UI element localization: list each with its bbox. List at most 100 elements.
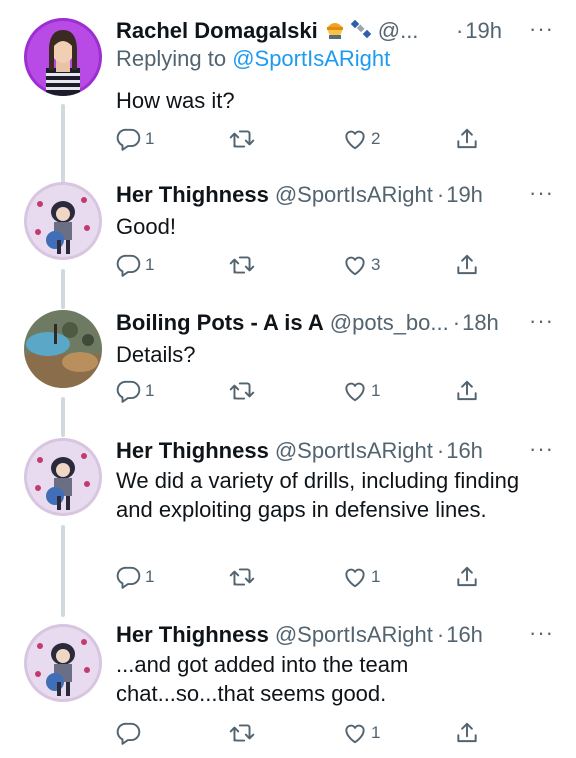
reply-count: 1 (145, 129, 155, 148)
retweet-icon (229, 130, 255, 148)
like-count: 3 (371, 255, 381, 274)
handle[interactable]: @SportIsARight (275, 622, 433, 648)
tweet-actions: 1 2 (116, 124, 496, 154)
replying-to-label: Replying to (116, 46, 233, 71)
timestamp[interactable]: 16h (446, 438, 483, 464)
tweet-actions: 1 1 (116, 562, 496, 592)
reply-icon (116, 722, 141, 745)
tweet-actions: 1 1 (116, 376, 496, 406)
reply-count: 1 (145, 255, 155, 274)
timestamp[interactable]: 18h (462, 310, 499, 336)
display-name[interactable]: Her Thighness (116, 622, 269, 648)
tweet-header: Boiling Pots - A is A @pots_bo... · 18h … (116, 308, 554, 338)
replying-to: Replying to @SportIsARight (116, 46, 390, 72)
avatar[interactable] (24, 624, 102, 702)
like-button[interactable]: 1 (342, 562, 380, 592)
separator-dot: · (436, 182, 445, 207)
reply-button[interactable] (116, 718, 145, 748)
like-button[interactable]: 1 (342, 718, 380, 748)
like-button[interactable]: 2 (342, 124, 380, 154)
more-icon[interactable]: ··· (529, 436, 554, 462)
like-count: 1 (371, 567, 381, 586)
retweet-icon (229, 256, 255, 274)
tweet[interactable]: Her Thighness @SportIsARight · 16h ··· .… (0, 612, 576, 758)
reply-button[interactable]: 1 (116, 250, 154, 280)
timestamp[interactable]: 16h (446, 622, 483, 648)
handle[interactable]: @... (378, 18, 419, 44)
tweet-actions: 1 3 (116, 250, 496, 280)
reply-count: 1 (145, 567, 155, 586)
tweet-header: Her Thighness @SportIsARight · 16h ··· (116, 436, 554, 466)
timestamp[interactable]: 19h (446, 182, 483, 208)
avatar[interactable] (24, 438, 102, 516)
share-icon (457, 128, 477, 149)
reply-icon (116, 566, 141, 589)
share-button[interactable] (454, 124, 480, 154)
reply-icon (116, 128, 141, 151)
more-icon[interactable]: ··· (529, 620, 554, 646)
tweet-header: Her Thighness @SportIsARight · 16h ··· (116, 620, 554, 650)
share-button[interactable] (454, 718, 480, 748)
retweet-icon (229, 724, 255, 742)
handle[interactable]: @SportIsARight (275, 438, 433, 464)
tweet-header: Her Thighness @SportIsARight · 19h ··· (116, 180, 554, 210)
retweet-button[interactable] (228, 376, 259, 406)
emoji-badges (324, 17, 372, 45)
replying-to-handle[interactable]: @SportIsARight (232, 46, 390, 71)
tweet-header: Rachel Domagalski @... · 19h ··· (116, 16, 554, 46)
retweet-icon (229, 568, 255, 586)
retweet-button[interactable] (228, 562, 259, 592)
more-icon[interactable]: ··· (529, 308, 554, 334)
conversation-thread: Rachel Domagalski @... · 19h ··· Replyin… (0, 0, 576, 758)
like-button[interactable]: 1 (342, 376, 380, 406)
reply-count: 1 (145, 381, 155, 400)
share-icon (457, 380, 477, 401)
avatar[interactable] (24, 310, 102, 388)
more-icon[interactable]: ··· (529, 180, 554, 206)
tweet-text: Good! (116, 214, 176, 239)
reply-button[interactable]: 1 (116, 124, 154, 154)
retweet-button[interactable] (228, 124, 259, 154)
like-icon (345, 568, 365, 588)
like-icon (345, 256, 365, 276)
tweet-text: We did a variety of drills, including fi… (116, 468, 520, 522)
separator-dot: · (436, 622, 445, 647)
retweet-button[interactable] (228, 250, 259, 280)
tweet-text: ...and got added into the team chat...so… (116, 652, 409, 706)
handle[interactable]: @pots_bo... (330, 310, 449, 336)
avatar[interactable] (24, 182, 102, 260)
tweet-actions: 1 (116, 718, 496, 748)
like-icon (345, 724, 365, 744)
reply-button[interactable]: 1 (116, 562, 154, 592)
tweet[interactable]: Her Thighness @SportIsARight · 16h ··· W… (0, 426, 576, 610)
tweet-text: Details? (116, 342, 196, 367)
retweet-button[interactable] (228, 718, 259, 748)
like-count: 2 (371, 129, 381, 148)
display-name[interactable]: Boiling Pots - A is A (116, 310, 324, 336)
like-icon (345, 130, 365, 150)
more-icon[interactable]: ··· (529, 16, 554, 42)
tweet[interactable]: Boiling Pots - A is A @pots_bo... · 18h … (0, 298, 576, 420)
share-button[interactable] (454, 562, 480, 592)
handle[interactable]: @SportIsARight (275, 182, 433, 208)
like-count: 1 (371, 723, 381, 742)
display-name[interactable]: Rachel Domagalski (116, 18, 318, 44)
construction-worker-icon (326, 23, 343, 39)
like-count: 1 (371, 381, 381, 400)
display-name[interactable]: Her Thighness (116, 182, 269, 208)
like-button[interactable]: 3 (342, 250, 380, 280)
reply-icon (116, 380, 141, 403)
display-name[interactable]: Her Thighness (116, 438, 269, 464)
share-button[interactable] (454, 376, 480, 406)
timestamp[interactable]: 19h (465, 18, 502, 44)
tweet[interactable]: Rachel Domagalski @... · 19h ··· Replyin… (0, 0, 576, 170)
retweet-icon (229, 382, 255, 400)
share-icon (457, 254, 477, 275)
share-button[interactable] (454, 250, 480, 280)
share-icon (457, 566, 477, 587)
avatar[interactable] (24, 18, 102, 96)
reply-icon (116, 254, 141, 277)
tweet[interactable]: Her Thighness @SportIsARight · 19h ··· G… (0, 170, 576, 292)
share-icon (457, 722, 477, 743)
reply-button[interactable]: 1 (116, 376, 154, 406)
